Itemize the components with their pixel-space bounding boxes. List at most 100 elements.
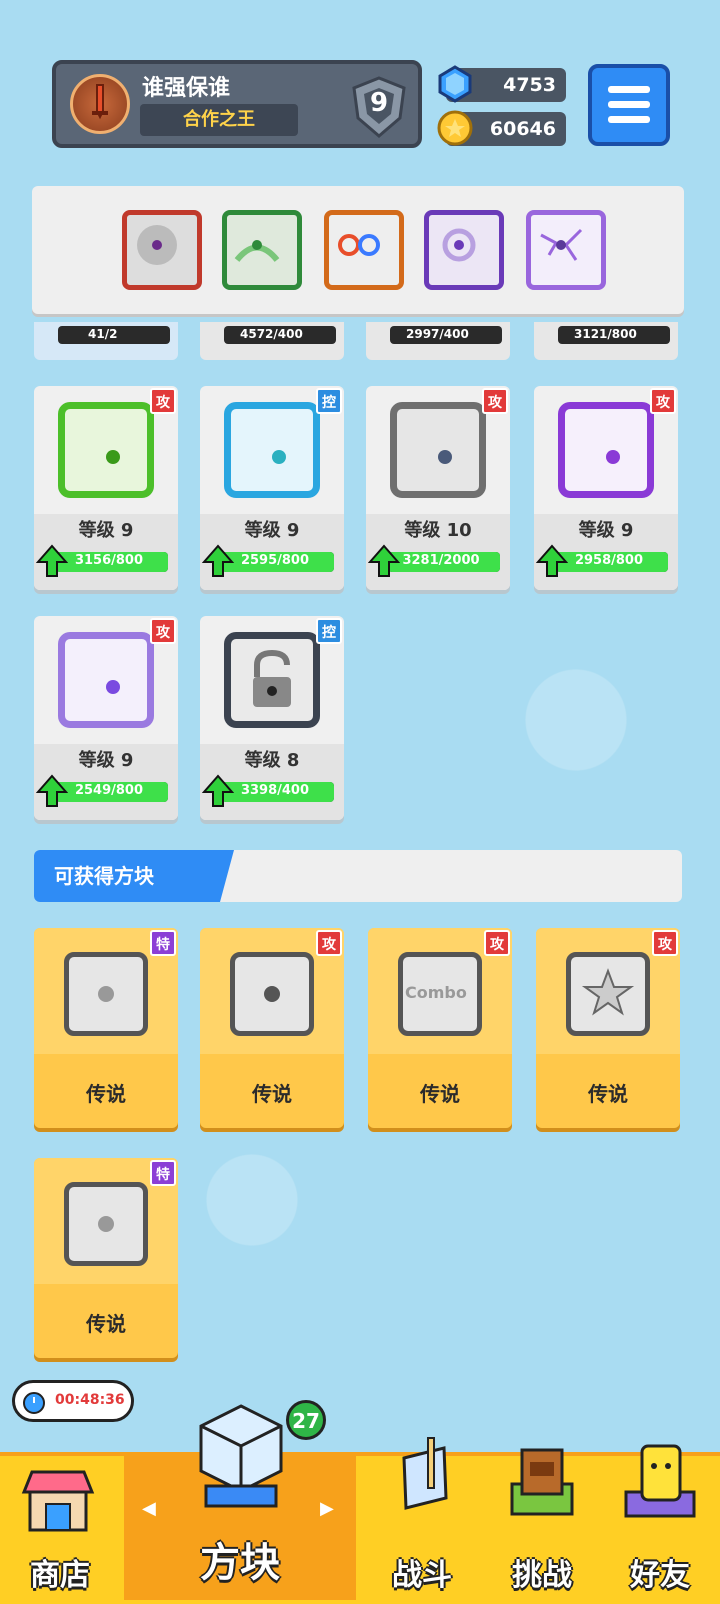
sword-avatar-icon [70,74,130,134]
player-profile-panel[interactable]: 谁强保谁 合作之王 9 [52,60,422,148]
coin-count: 60646 [489,118,556,140]
battle-icon [402,1437,448,1510]
timer-text: 00:48:36 [55,1392,125,1408]
upgrade-arrow-icon[interactable] [368,544,400,578]
mystery-dice-icon [58,632,154,728]
nav-dice[interactable]: ◀ ▶ 方块 [124,1404,356,1600]
attack-tag: 攻 [482,388,508,414]
star-dice-icon [566,952,650,1036]
dice-progress-text: 3281/2000 [402,553,480,568]
combo-face-text: Combo [405,983,467,1002]
partial-card[interactable]: 2997/400 [366,322,510,360]
control-tag: 控 [316,618,342,644]
legend-dice-card[interactable]: 攻 传说 [536,928,680,1128]
rarity-label: 传说 [252,1082,292,1106]
next-arrow-icon[interactable]: ▶ [320,1498,334,1519]
dice-level: 等级 9 [78,520,134,541]
dice-progress-text: 3156/800 [74,553,144,568]
dice-progress-text: 2595/800 [240,553,310,568]
nav-battle[interactable]: 战斗 [362,1437,482,1600]
ice-dice-icon [224,402,320,498]
challenge-icon [510,1448,574,1516]
partial-card[interactable]: 3121/800 [534,322,678,360]
prev-arrow-icon[interactable]: ◀ [142,1498,156,1519]
upgrade-arrow-icon[interactable] [536,544,568,578]
nav-shop-label: 商店 [30,1558,90,1593]
nav-challenge[interactable]: 挑战 [482,1448,602,1600]
dice-level: 等级 9 [578,520,634,541]
menu-button[interactable] [588,64,670,146]
upgrade-arrow-icon[interactable] [202,774,234,808]
control-tag: 控 [316,388,342,414]
attack-tag: 攻 [650,388,676,414]
rarity-label: 传说 [588,1082,628,1106]
dice-progress-bar: 2958/800 [556,552,668,572]
rarity-label: 传说 [86,1312,126,1336]
spiral-dice-icon[interactable] [424,210,504,290]
nav-challenge-label: 挑战 [512,1558,572,1593]
dice-card-lock[interactable]: 控 等级 8 3398/400 [200,616,344,820]
attack-tag: 攻 [150,388,176,414]
stopwatch-icon [23,1392,45,1414]
coin-counter[interactable]: 60646 [437,110,566,146]
legend-dice-card[interactable]: 特 传说 [34,928,178,1128]
rank-number: 9 [370,88,389,118]
nav-friends[interactable]: 好友 [600,1444,720,1600]
arrow-dice-icon [558,402,654,498]
dice-progress-text: 3398/400 [240,783,310,798]
rarity-label: 传说 [86,1082,126,1106]
special-tag: 特 [150,930,176,956]
shop-timer[interactable]: 00:48:36 [12,1380,134,1422]
section-title: 可获得方块 [34,850,234,902]
upgrade-arrow-icon[interactable] [36,774,68,808]
shop-icon [21,1470,95,1532]
crack-dice-icon[interactable] [526,210,606,290]
friends-icon [624,1444,696,1518]
dice-card-mystery[interactable]: 攻 等级 9 2549/800 [34,616,178,820]
available-dice-section: 可获得方块 [34,850,682,902]
nav-dice-label: 方块 [200,1540,280,1586]
combo-dice-icon: Combo [398,952,482,1036]
acid-dice-icon [58,402,154,498]
dice-box-icon [199,1404,283,1508]
partial-card-progress: 41/2 [88,327,118,341]
gem-counter[interactable]: 4753 [438,65,566,103]
gem-icon [438,65,472,103]
dice-level: 等级 8 [244,750,300,771]
partial-card[interactable]: 4572/400 [200,322,344,360]
dice-progress-bar: 2549/800 [56,782,168,802]
dice-card-acid[interactable]: 攻 等级 9 3156/800 [34,386,178,590]
nav-shop[interactable]: 商店 [0,1452,120,1600]
partial-card-progress: 4572/400 [240,327,303,341]
wind-dice-icon[interactable] [222,210,302,290]
attack-tag: 攻 [316,930,342,956]
nav-battle-label: 战斗 [392,1558,452,1593]
rank-shield-icon: 9 [346,74,412,140]
partial-card[interactable]: 41/2 [34,322,178,360]
dice-level: 等级 9 [78,750,134,771]
dice-level: 等级 10 [404,520,472,541]
combo-dice-icon[interactable] [324,210,404,290]
gem-count: 4753 [503,74,556,96]
legend-dice-card[interactable]: Combo 攻 传说 [368,928,512,1128]
attack-tag: 攻 [652,930,678,956]
dice-card-gear[interactable]: 攻 等级 10 3281/2000 [366,386,510,590]
dice-card-ice[interactable]: 控 等级 9 2595/800 [200,386,344,590]
dice-progress-bar: 2595/800 [222,552,334,572]
dice-progress-bar: 3156/800 [56,552,168,572]
special-tag: 特 [150,1160,176,1186]
saw-dice-icon[interactable] [122,210,202,290]
blade-dice-icon [230,952,314,1036]
coin-icon [437,110,473,146]
dice-progress-text: 2549/800 [74,783,144,798]
legend-dice-card[interactable]: 特 传说 [34,1158,178,1358]
attack-tag: 攻 [484,930,510,956]
equipped-dice-strip [32,186,684,314]
partial-card-progress: 2997/400 [406,327,469,341]
dice-progress-text: 2958/800 [574,553,644,568]
upgrade-arrow-icon[interactable] [202,544,234,578]
legend-dice-card[interactable]: 攻 传说 [200,928,344,1128]
gear-dice-icon [390,402,486,498]
upgrade-arrow-icon[interactable] [36,544,68,578]
dice-card-arrow[interactable]: 攻 等级 9 2958/800 [534,386,678,590]
